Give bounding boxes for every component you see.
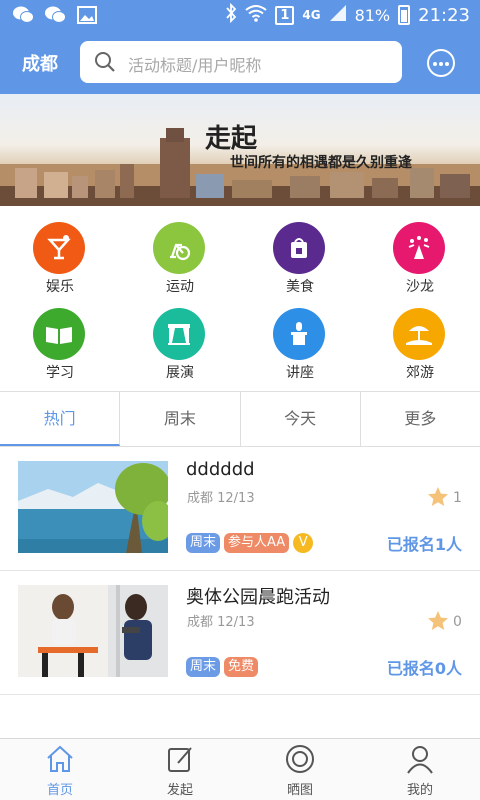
camera-icon (285, 744, 315, 774)
category-salon[interactable]: 沙龙 (360, 212, 480, 296)
food-bag-icon (273, 222, 325, 274)
city-selector[interactable]: 成都 (22, 50, 58, 76)
wechat-icon (44, 5, 66, 25)
banner-title: 走起 (205, 124, 258, 154)
sim-indicator: 1 (275, 5, 295, 25)
category-label: 娱乐 (46, 279, 74, 295)
activity-title: dddddd (186, 459, 255, 480)
category-show[interactable]: 展演 (120, 298, 240, 382)
nav-create[interactable]: 发起 (120, 739, 240, 800)
category-label: 沙龙 (406, 279, 434, 295)
star-icon[interactable] (427, 486, 449, 508)
category-outing[interactable]: 郊游 (360, 298, 480, 382)
nav-mine[interactable]: 我的 (360, 739, 480, 800)
category-label: 美食 (286, 279, 314, 295)
edit-icon (165, 744, 195, 774)
stage-icon (153, 308, 205, 360)
list-item[interactable]: dddddd 成都 12/13 1 周末 参与人AA V 已报名1人 (0, 447, 480, 571)
favorite-count: 0 (453, 614, 462, 630)
battery-icon (398, 5, 411, 25)
battery-level: 81% (354, 5, 391, 25)
category-label: 郊游 (406, 365, 434, 381)
image-icon (76, 5, 98, 25)
bike-icon (153, 222, 205, 274)
category-label: 展演 (166, 365, 194, 381)
category-entertainment[interactable]: 娱乐 (0, 212, 120, 296)
activity-thumbnail (18, 461, 168, 553)
home-icon (45, 744, 75, 774)
category-study[interactable]: 学习 (0, 298, 120, 382)
activity-location-date: 成都 12/13 (187, 491, 255, 506)
activity-thumbnail (18, 585, 168, 677)
activity-tags: 周末 参与人AA V (186, 533, 314, 553)
tab-weekend[interactable]: 周末 (120, 392, 241, 446)
tab-today[interactable]: 今天 (241, 392, 361, 446)
nav-label: 首页 (46, 783, 73, 798)
clock: 21:23 (418, 4, 470, 26)
app-header: 成都 活动标题/用户昵称 (0, 32, 480, 94)
activity-tags: 周末 免费 (186, 657, 259, 677)
nav-home[interactable]: 首页 (0, 739, 120, 800)
activity-location-date: 成都 12/13 (187, 615, 255, 630)
more-dots-icon[interactable] (427, 49, 455, 77)
category-label: 运动 (166, 279, 194, 295)
category-label: 讲座 (286, 365, 314, 381)
tab-hot[interactable]: 热门 (0, 392, 121, 446)
category-lecture[interactable]: 讲座 (240, 298, 360, 382)
search-icon (94, 51, 116, 73)
bottom-nav: 首页 发起 晒图 我的 (0, 738, 480, 800)
category-food[interactable]: 美食 (240, 212, 360, 296)
vip-badge: V (293, 533, 314, 553)
wechat-icon (12, 5, 34, 25)
signal-icon (329, 4, 347, 26)
search-placeholder: 活动标题/用户昵称 (128, 56, 262, 75)
tag-aa: 参与人AA (224, 533, 290, 553)
banner[interactable]: 走起 世间所有的相遇都是久别重逢 (0, 94, 480, 206)
nav-label: 发起 (166, 783, 193, 798)
nav-label: 我的 (406, 783, 433, 798)
podium-icon (273, 308, 325, 360)
search-input[interactable]: 活动标题/用户昵称 (80, 41, 402, 83)
category-grid: 娱乐 运动 美食 沙龙 学习 展演 讲座 郊游 (0, 212, 480, 384)
network-label: 4G (302, 8, 321, 22)
book-icon (33, 308, 85, 360)
category-sports[interactable]: 运动 (120, 212, 240, 296)
favorite-count: 1 (453, 490, 462, 506)
star-icon[interactable] (427, 610, 449, 632)
list-item[interactable]: 奥体公园晨跑活动 成都 12/13 0 周末 免费 已报名0人 (0, 571, 480, 695)
beach-icon (393, 308, 445, 360)
wifi-icon (245, 4, 267, 26)
nav-label: 晒图 (286, 783, 313, 798)
tag-weekend: 周末 (186, 533, 221, 553)
status-bar: 1 4G 81% 21:23 (0, 0, 480, 32)
signup-count: 已报名0人 (386, 659, 462, 678)
activity-title: 奥体公园晨跑活动 (186, 587, 330, 608)
nav-photos[interactable]: 晒图 (240, 739, 360, 800)
tab-more[interactable]: 更多 (361, 392, 480, 446)
tag-free: 免费 (224, 657, 259, 677)
cocktail-icon (33, 222, 85, 274)
party-icon (393, 222, 445, 274)
bluetooth-icon (225, 2, 237, 27)
category-label: 学习 (46, 365, 74, 381)
banner-subtitle: 世间所有的相遇都是久别重逢 (230, 155, 412, 171)
filter-tabs: 热门 周末 今天 更多 (0, 391, 480, 447)
signup-count: 已报名1人 (386, 535, 462, 554)
tag-weekend: 周末 (186, 657, 221, 677)
user-icon (405, 744, 435, 774)
